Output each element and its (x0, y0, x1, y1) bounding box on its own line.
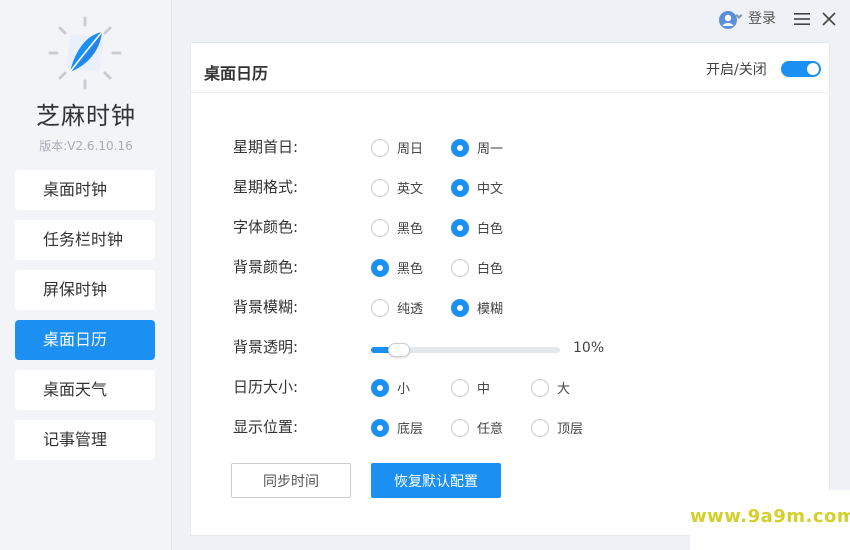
sync-time-button[interactable]: 同步时间 (231, 463, 351, 498)
calendar-size-small-radio[interactable]: 小 (371, 378, 410, 397)
radio-circle-checked (371, 258, 389, 277)
week-start-monday-radio[interactable]: 周一 (451, 138, 503, 157)
background-blur-label: 背景模糊: (233, 298, 299, 316)
week-start-sunday-radio[interactable]: 周日 (371, 138, 423, 157)
sidebar-item-notes[interactable]: 记事管理 (15, 420, 155, 460)
calendar-size-medium-radio[interactable]: 中 (451, 378, 490, 397)
radio-label: 白色 (477, 262, 504, 277)
radio-label: 英文 (397, 182, 424, 197)
watermark-text: www.9a9m.com (690, 506, 850, 527)
radio-circle-checked (371, 418, 389, 437)
watermark: www.9a9m.com (690, 490, 850, 550)
radio-circle-checked (451, 298, 469, 317)
calendar-settings-panel: 桌面日历 开启/关闭 星期首日: 周日 周一 星期格式: 英文 中文 字体颜色:… (190, 42, 830, 536)
background-blur-blur-radio[interactable]: 模糊 (451, 298, 503, 317)
sidebar-item-desktop-calendar[interactable]: 桌面日历 (15, 320, 155, 360)
font-color-label: 字体颜色: (233, 218, 299, 236)
close-icon[interactable] (822, 12, 836, 26)
display-position-top-radio[interactable]: 顶层 (531, 418, 583, 437)
radio-label: 白色 (477, 222, 504, 237)
panel-title: 桌面日历 (204, 64, 269, 83)
background-color-black-radio[interactable]: 黑色 (371, 258, 423, 277)
toggle-label: 开启/关闭 (706, 62, 767, 78)
radio-label: 周一 (477, 142, 504, 157)
app-version: 版本:V2.6.10.16 (39, 139, 133, 153)
sidebar-item-desktop-clock[interactable]: 桌面时钟 (15, 170, 155, 210)
display-position-bottom-radio[interactable]: 底层 (371, 418, 423, 437)
radio-circle (371, 298, 389, 317)
panel-divider (191, 92, 829, 93)
sidebar-item-taskbar-clock[interactable]: 任务栏时钟 (15, 220, 155, 260)
radio-label: 任意 (477, 422, 504, 437)
radio-label: 顶层 (557, 422, 584, 437)
radio-label: 纯透 (397, 302, 424, 317)
radio-label: 黑色 (397, 222, 424, 237)
radio-circle-checked (371, 378, 389, 397)
radio-circle (451, 258, 469, 277)
slider-handle[interactable] (387, 343, 410, 357)
radio-circle (531, 418, 549, 437)
week-start-label: 星期首日: (233, 138, 299, 156)
font-color-white-radio[interactable]: 白色 (451, 218, 503, 237)
radio-circle-checked (451, 178, 469, 197)
sidebar-item-desktop-weather[interactable]: 桌面天气 (15, 370, 155, 410)
radio-label: 底层 (397, 422, 424, 437)
hamburger-icon[interactable] (794, 12, 810, 26)
sidebar-item-screensaver-clock[interactable]: 屏保时钟 (15, 270, 155, 310)
radio-circle-checked (451, 138, 469, 157)
radio-label: 中 (477, 382, 491, 397)
transparency-value: 10% (573, 340, 605, 356)
app-name: 芝麻时钟 (36, 102, 136, 130)
radio-label: 模糊 (477, 302, 504, 317)
app-logo-icon (48, 16, 122, 90)
week-format-chinese-radio[interactable]: 中文 (451, 178, 503, 197)
transparency-slider[interactable] (371, 343, 560, 357)
radio-label: 周日 (397, 142, 424, 157)
week-format-english-radio[interactable]: 英文 (371, 178, 423, 197)
transparency-label: 背景透明: (233, 338, 299, 356)
radio-circle (371, 178, 389, 197)
background-blur-transparent-radio[interactable]: 纯透 (371, 298, 423, 317)
display-position-any-radio[interactable]: 任意 (451, 418, 503, 437)
radio-label: 黑色 (397, 262, 424, 277)
radio-circle (451, 418, 469, 437)
font-color-black-radio[interactable]: 黑色 (371, 218, 423, 237)
radio-label: 大 (557, 382, 571, 397)
restore-default-button[interactable]: 恢复默认配置 (371, 463, 501, 498)
radio-circle-checked (451, 218, 469, 237)
calendar-size-label: 日历大小: (233, 378, 299, 396)
radio-label: 中文 (477, 182, 504, 197)
display-position-label: 显示位置: (233, 418, 299, 436)
week-format-label: 星期格式: (233, 178, 299, 196)
radio-label: 小 (397, 382, 411, 397)
radio-circle (371, 138, 389, 157)
radio-circle (451, 378, 469, 397)
radio-circle (371, 218, 389, 237)
toggle-knob (807, 63, 819, 75)
sidebar: 芝麻时钟 版本:V2.6.10.16 桌面时钟 任务栏时钟 屏保时钟 桌面日历 … (0, 0, 172, 550)
user-avatar-icon[interactable] (718, 10, 746, 30)
login-link[interactable]: 登录 (748, 10, 776, 28)
radio-circle (531, 378, 549, 397)
background-color-white-radio[interactable]: 白色 (451, 258, 503, 277)
calendar-size-large-radio[interactable]: 大 (531, 378, 570, 397)
enable-toggle[interactable] (781, 61, 821, 77)
background-color-label: 背景颜色: (233, 258, 299, 276)
